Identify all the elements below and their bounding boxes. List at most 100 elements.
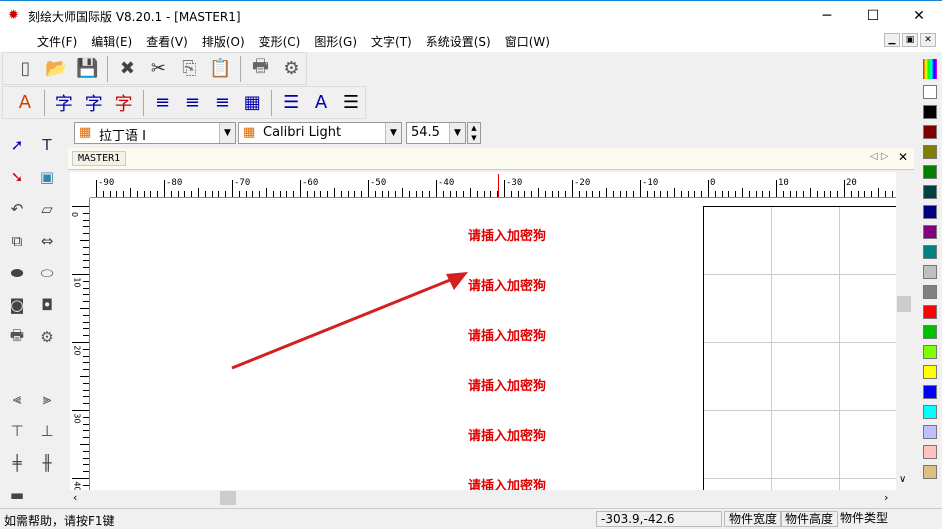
- horizontal-scrollbar[interactable]: ‹ ›: [70, 490, 896, 506]
- center-h-tool[interactable]: ╪: [4, 450, 30, 476]
- char-vertical-button[interactable]: 字: [80, 89, 108, 117]
- color-swatch[interactable]: [923, 325, 937, 339]
- mirror-tool[interactable]: ⧉: [4, 228, 30, 254]
- menu-system-settings[interactable]: 系统设置(S): [419, 30, 498, 52]
- font-select[interactable]: ▦ Calibri Light ▼: [238, 122, 402, 144]
- cut-button[interactable]: ✂: [144, 55, 173, 83]
- tab-master1[interactable]: MASTER1: [72, 151, 127, 166]
- paragraph-button[interactable]: ☰: [337, 89, 365, 117]
- mdi-restore-button[interactable]: ▣: [902, 33, 918, 47]
- color-swatch[interactable]: [923, 465, 937, 479]
- align-right-button[interactable]: ≡: [178, 89, 206, 117]
- color-swatch[interactable]: [923, 425, 937, 439]
- center-v-tool[interactable]: ╫: [34, 450, 60, 476]
- paste-button[interactable]: 📋: [206, 55, 235, 83]
- color-swatch[interactable]: [923, 205, 937, 219]
- color-swatch[interactable]: [923, 345, 937, 359]
- align-bottom-tool[interactable]: ⊥: [34, 418, 60, 444]
- color-swatch[interactable]: [923, 145, 937, 159]
- copy-button[interactable]: ⎘: [175, 55, 204, 83]
- select-arrow-tool[interactable]: ➚: [4, 132, 30, 158]
- delete-button[interactable]: ✖: [113, 55, 142, 83]
- color-swatch[interactable]: [923, 365, 937, 379]
- menu-layout[interactable]: 排版(O): [195, 30, 252, 52]
- scroll-right-arrow[interactable]: ›: [884, 491, 888, 504]
- font-size-select[interactable]: 54.5 ▼: [406, 122, 466, 144]
- chevron-down-icon[interactable]: ▼: [449, 123, 465, 143]
- color-swatch[interactable]: [923, 265, 937, 279]
- font-size-spinner[interactable]: ▲ ▼: [467, 122, 481, 144]
- color-swatch[interactable]: [923, 285, 937, 299]
- align-right-tool[interactable]: ⫸: [34, 386, 60, 412]
- ruler-tick: [857, 191, 859, 197]
- scroll-thumb[interactable]: [220, 491, 236, 505]
- shape-split-tool[interactable]: ◘: [34, 292, 60, 318]
- ruler-tick: [381, 191, 383, 197]
- scroll-left-arrow[interactable]: ‹: [73, 491, 77, 504]
- color-swatch[interactable]: [923, 125, 937, 139]
- image-tool-tool[interactable]: ▣: [34, 164, 60, 190]
- mdi-close-button[interactable]: ✕: [920, 33, 936, 47]
- open-folder-button[interactable]: 📂: [42, 55, 71, 83]
- font-style-button[interactable]: A: [307, 89, 335, 117]
- tab-scroll-left[interactable]: ◁ ▷: [870, 151, 889, 162]
- color-swatch[interactable]: [923, 405, 937, 419]
- gear-tool[interactable]: ⚙: [34, 324, 60, 350]
- save-button[interactable]: 💾: [73, 55, 102, 83]
- extra-tool[interactable]: ▬: [4, 482, 30, 508]
- italic-skew-tool[interactable]: ▱: [34, 196, 60, 222]
- close-button[interactable]: ✕: [896, 1, 942, 31]
- color-swatch[interactable]: [923, 105, 937, 119]
- color-swatch[interactable]: [923, 185, 937, 199]
- char-boxed-button[interactable]: 字: [110, 89, 138, 117]
- ruler-tick: [803, 191, 805, 197]
- mdi-minimize-button[interactable]: ▁: [884, 33, 900, 47]
- menu-edit[interactable]: 编辑(E): [84, 30, 139, 52]
- color-swatch[interactable]: [923, 245, 937, 259]
- ellipse-tool[interactable]: ⬬: [4, 260, 30, 286]
- ruler-tick: [470, 188, 471, 197]
- flip-horizontal-tool[interactable]: ⇔: [34, 228, 60, 254]
- print-tool[interactable]: 🖶: [4, 324, 30, 350]
- color-swatch[interactable]: [923, 85, 937, 99]
- shape-combine-tool[interactable]: ◙: [4, 292, 30, 318]
- settings-gear-button[interactable]: ⚙: [277, 55, 306, 83]
- text-effect-button[interactable]: A: [11, 89, 39, 117]
- color-swatch[interactable]: [923, 225, 937, 239]
- align-left-button[interactable]: ≡: [149, 89, 177, 117]
- align-center-button[interactable]: ≡: [208, 89, 236, 117]
- color-swatch[interactable]: [923, 445, 937, 459]
- text-tool-tool[interactable]: T: [34, 132, 60, 158]
- menu-graphics[interactable]: 图形(G): [307, 30, 364, 52]
- align-left-tool[interactable]: ⫷: [4, 386, 30, 412]
- menu-view[interactable]: 查看(V): [139, 30, 195, 52]
- minimize-button[interactable]: ─: [804, 1, 850, 31]
- char-normal-button[interactable]: 字: [50, 89, 78, 117]
- vertical-scrollbar[interactable]: ∨: [896, 198, 912, 490]
- scroll-thumb[interactable]: [897, 296, 911, 312]
- new-file-button[interactable]: ▯: [11, 55, 40, 83]
- menu-text[interactable]: 文字(T): [364, 30, 419, 52]
- align-top-tool[interactable]: ⊤: [4, 418, 30, 444]
- menu-window[interactable]: 窗口(W): [498, 30, 557, 52]
- menu-file[interactable]: 文件(F): [30, 30, 84, 52]
- language-select[interactable]: ▦ 拉丁语 I ▼: [74, 122, 236, 144]
- node-edit-tool[interactable]: ➘: [4, 164, 30, 190]
- oval-tool[interactable]: ⬭: [34, 260, 60, 286]
- maximize-button[interactable]: ☐: [850, 1, 896, 31]
- color-picker-icon[interactable]: [923, 59, 937, 79]
- tab-close-button[interactable]: ✕: [898, 150, 908, 164]
- rotate-tool[interactable]: ↶: [4, 196, 30, 222]
- chevron-down-icon[interactable]: ▼: [219, 123, 235, 143]
- color-swatch[interactable]: [923, 305, 937, 319]
- ruler-tick: [334, 188, 335, 197]
- print-button[interactable]: 🖶: [246, 55, 275, 83]
- chevron-down-icon[interactable]: ▼: [385, 123, 401, 143]
- line-spacing-button[interactable]: ☰: [277, 89, 305, 117]
- scroll-down-arrow[interactable]: ∨: [899, 474, 906, 485]
- align-justify-button[interactable]: ▦: [238, 89, 266, 117]
- menu-transform[interactable]: 变形(C): [252, 30, 308, 52]
- color-swatch[interactable]: [923, 165, 937, 179]
- drawing-canvas[interactable]: 请插入加密狗 请插入加密狗 请插入加密狗 请插入加密狗 请插入加密狗 请插入加密…: [90, 198, 896, 490]
- color-swatch[interactable]: [923, 385, 937, 399]
